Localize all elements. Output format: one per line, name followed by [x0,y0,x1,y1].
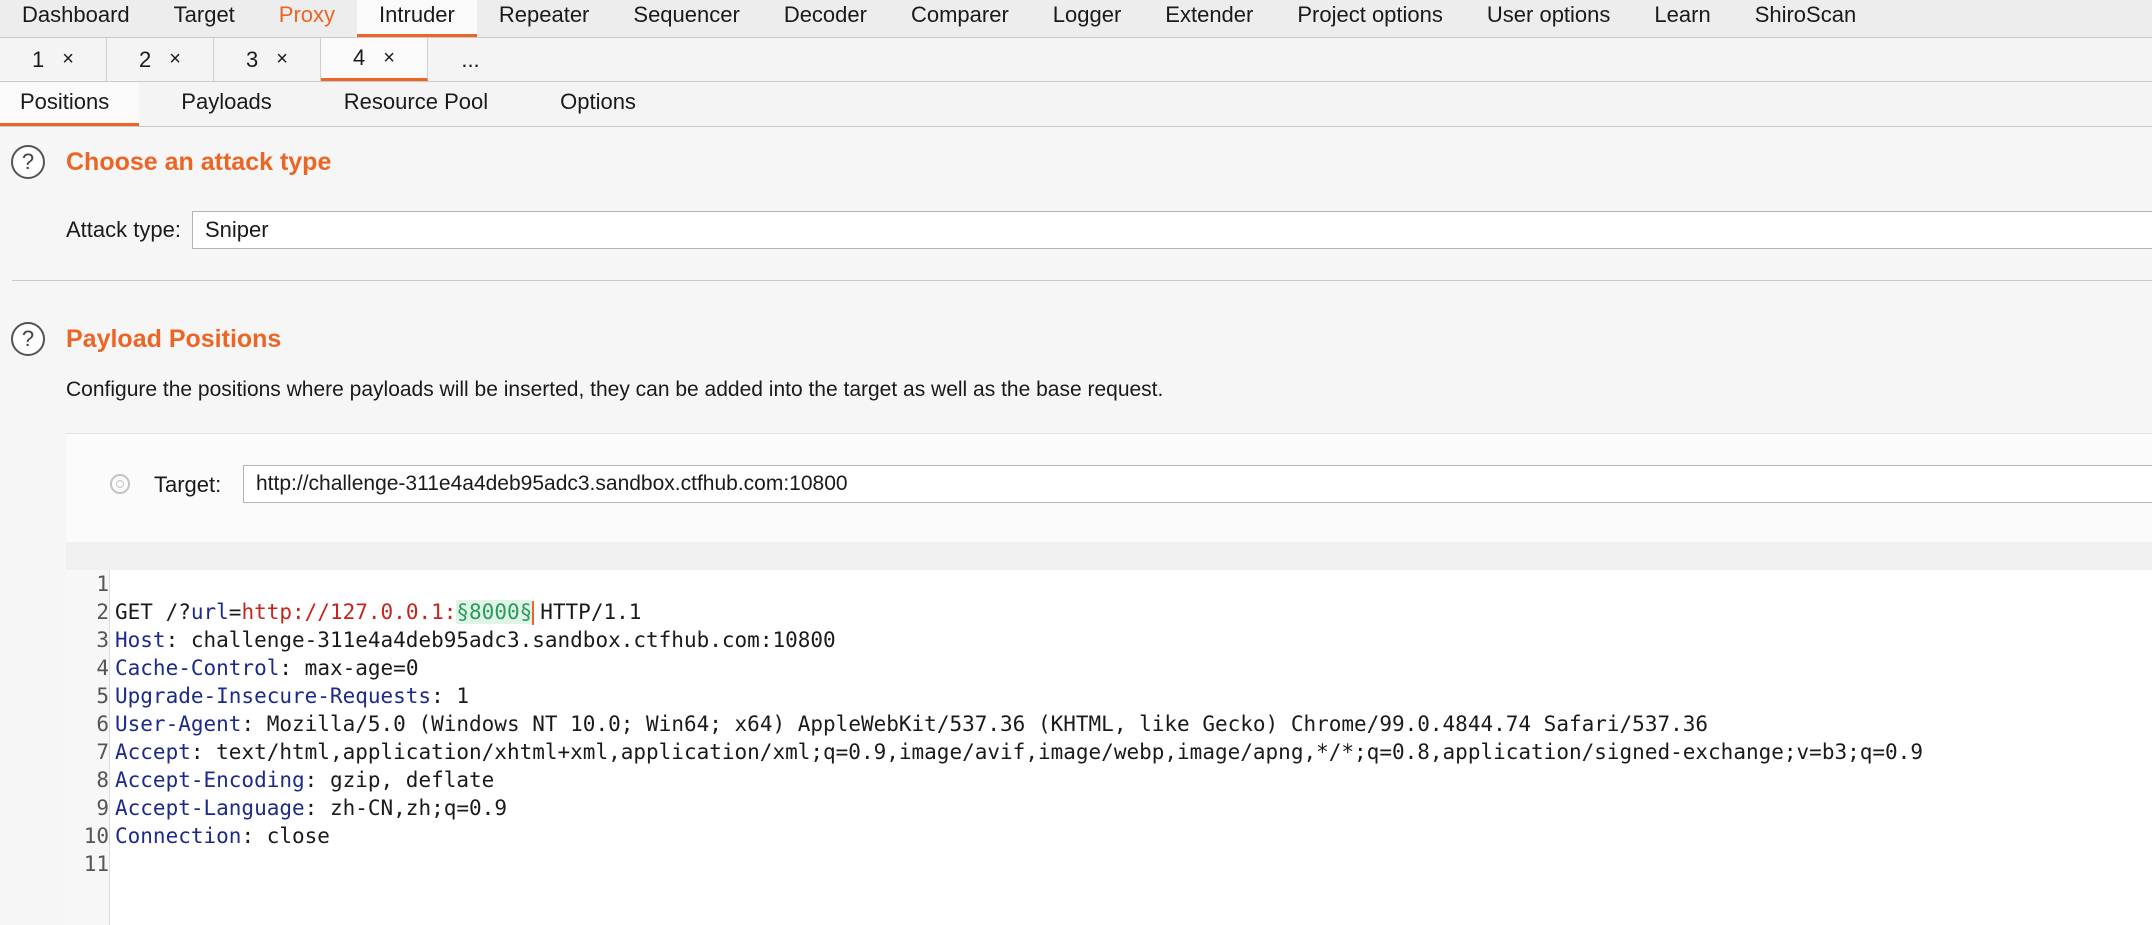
attack-tab-2[interactable]: 2 × [107,38,214,81]
close-icon[interactable]: × [383,47,395,70]
main-tool-tabs: Dashboard Target Proxy Intruder Repeater… [0,0,2152,38]
request-line: 1 GET /?url=http://127.0.0.1:§8000§ HTTP/… [66,542,2152,625]
attack-tab-label: 1 [32,46,45,72]
attack-tab-3[interactable]: 3 × [214,38,321,81]
positions-panel: Target: http://challenge-311e4a4deb95adc… [66,433,2152,925]
target-label: Target: [154,472,222,497]
close-icon[interactable]: × [276,48,288,71]
tab-shiroscan[interactable]: ShiroScan [1733,0,1879,34]
close-icon[interactable]: × [169,48,181,71]
tab-extender[interactable]: Extender [1143,0,1275,34]
tab-target[interactable]: Target [152,0,257,34]
section-divider [12,280,2152,281]
header-line: 7 Accept-Encoding: gzip, deflate [66,710,2152,792]
tab-logger[interactable]: Logger [1031,0,1144,34]
header-line: 5 User-Agent: Mozilla/5.0 (Windows NT 10… [66,654,2152,736]
tab-intruder[interactable]: Intruder [357,0,477,37]
empty-line: 10 [66,794,2152,848]
tab-decoder[interactable]: Decoder [762,0,889,34]
header-line: 3 Cache-Control: max-age=0 [66,598,2152,680]
tab-dashboard[interactable]: Dashboard [0,0,152,34]
request-editor[interactable]: 1 GET /?url=http://127.0.0.1:§8000§ HTTP/… [66,542,2152,925]
tab-project-options[interactable]: Project options [1275,0,1465,34]
header-line: 4 Upgrade-Insecure-Requests: 1 [66,626,2152,708]
header-line: 2 Host: challenge-311e4a4deb95adc3.sandb… [66,570,2152,652]
header-line: 9 Connection: close [66,766,2152,848]
intruder-subtabs: Positions Payloads Resource Pool Options [0,82,2152,127]
empty-line: 11 [66,822,2152,876]
attack-type-select[interactable]: Sniper [192,211,2152,249]
attack-tab-label: 3 [246,46,259,72]
section-title-payload-positions: Payload Positions [66,325,282,353]
payload-positions-description: Configure the positions where payloads w… [66,378,1164,401]
tab-resource-pool[interactable]: Resource Pool [302,82,518,126]
attack-tab-4[interactable]: 4 × [321,38,428,81]
help-icon[interactable]: ? [11,145,45,179]
tab-repeater[interactable]: Repeater [477,0,612,34]
tab-options[interactable]: Options [518,82,666,126]
tab-positions[interactable]: Positions [0,82,140,126]
attack-tab-label: 4 [353,45,366,70]
close-icon[interactable]: × [62,48,74,71]
help-icon[interactable]: ? [11,322,45,356]
target-url-input[interactable]: http://challenge-311e4a4deb95adc3.sandbo… [243,465,2152,503]
tab-proxy[interactable]: Proxy [257,0,357,34]
attack-type-label: Attack type: [66,217,181,242]
tab-learn[interactable]: Learn [1632,0,1732,34]
header-line: 8 Accept-Language: zh-CN,zh;q=0.9 [66,738,2152,820]
line-number: 11 [83,852,109,876]
tab-sequencer[interactable]: Sequencer [611,0,761,34]
attack-tabs: 1 × 2 × 3 × 4 × ... [0,38,2152,82]
tab-comparer[interactable]: Comparer [889,0,1031,34]
attack-tab-label: 2 [139,46,152,72]
section-title-attack-type: Choose an attack type [66,148,332,176]
header-line: 6 Accept: text/html,application/xhtml+xm… [66,682,2152,764]
tab-payloads[interactable]: Payloads [139,82,302,126]
new-tab-button[interactable]: ... [428,38,513,81]
tab-user-options[interactable]: User options [1465,0,1633,34]
attack-tab-1[interactable]: 1 × [0,38,107,81]
target-icon[interactable] [110,474,130,494]
